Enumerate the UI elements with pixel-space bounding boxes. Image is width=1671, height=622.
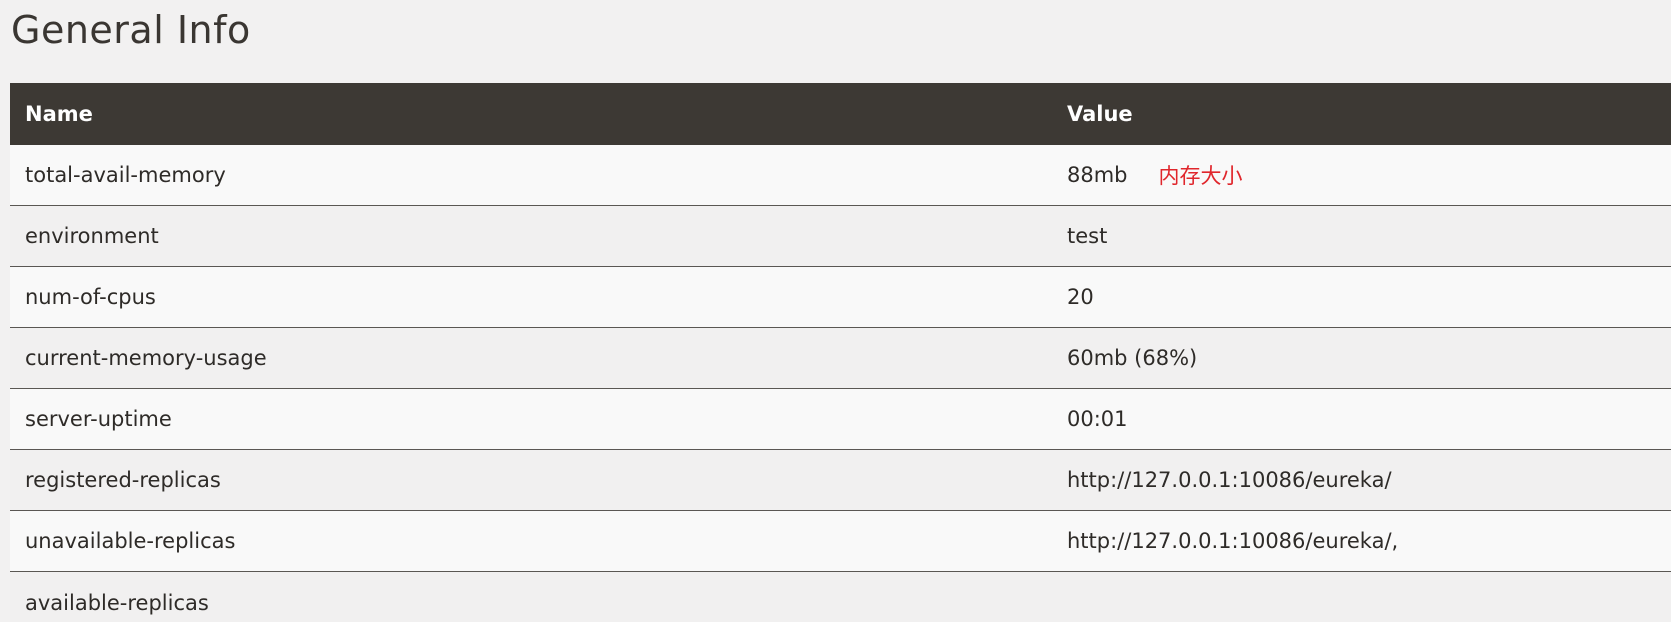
row-name: registered-replicas (25, 468, 221, 492)
row-name: server-uptime (25, 407, 172, 431)
row-value: http://127.0.0.1:10086/eureka/, (1067, 529, 1399, 553)
table-row: num-of-cpus 20 (10, 267, 1671, 328)
row-name: environment (25, 224, 159, 248)
row-value: test (1067, 224, 1108, 248)
table-row: current-memory-usage 60mb (68%) (10, 328, 1671, 389)
row-value: 88mb (1067, 163, 1128, 187)
page-title: General Info (11, 8, 251, 52)
memory-size-annotation: 内存大小 (1158, 164, 1243, 188)
table-row: registered-replicas http://127.0.0.1:100… (10, 450, 1671, 511)
table-row: total-avail-memory 88mb 内存大小 (10, 145, 1671, 206)
row-value: 60mb (68%) (1067, 346, 1198, 370)
column-header-name: Name (25, 102, 93, 126)
table-header: Name Value (10, 83, 1671, 145)
table-row: server-uptime 00:01 (10, 389, 1671, 450)
row-name: total-avail-memory (25, 163, 226, 187)
row-value: 00:01 (1067, 407, 1128, 431)
row-name: num-of-cpus (25, 285, 156, 309)
general-info-table: Name Value total-avail-memory 88mb 内存大小 … (10, 83, 1671, 622)
row-value: 20 (1067, 285, 1094, 309)
row-name: current-memory-usage (25, 346, 267, 370)
row-value-cell: 88mb 内存大小 (1067, 160, 1671, 190)
row-name: unavailable-replicas (25, 529, 236, 553)
table-row: unavailable-replicas http://127.0.0.1:10… (10, 511, 1671, 572)
general-info-page: General Info Name Value total-avail-memo… (0, 0, 1671, 622)
column-header-value: Value (1067, 102, 1133, 126)
table-row: environment test (10, 206, 1671, 267)
row-value: http://127.0.0.1:10086/eureka/ (1067, 468, 1392, 492)
table-row: available-replicas (10, 572, 1671, 622)
row-name: available-replicas (25, 590, 209, 615)
